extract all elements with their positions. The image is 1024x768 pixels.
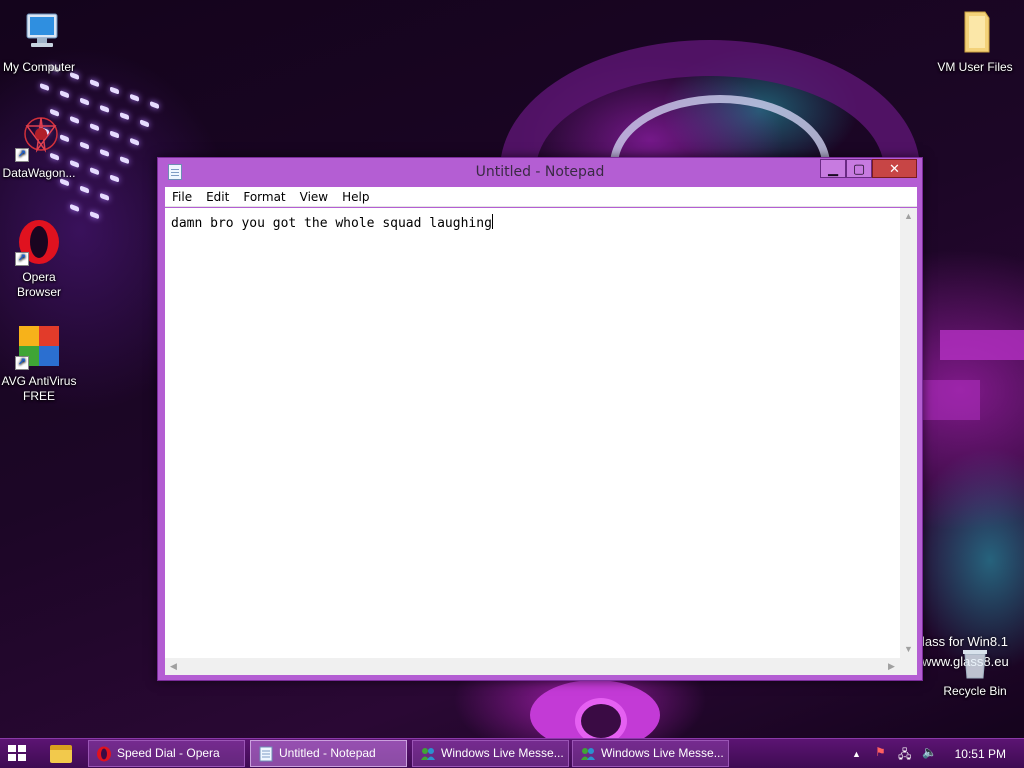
volume-icon[interactable]: 🔈 — [922, 745, 937, 759]
datawagon-icon: ↗ — [15, 114, 63, 162]
text-caret — [491, 214, 493, 229]
desktop-icon-opera[interactable]: ↗ Opera Browser — [0, 218, 78, 300]
recycle-bin-icon — [951, 640, 999, 680]
wallpaper-tile — [940, 330, 1024, 360]
window-title: Untitled - Notepad — [475, 164, 605, 180]
windows-logo-icon — [18, 745, 26, 752]
desktop-icon-vm-user-files[interactable]: VM User Files — [936, 8, 1014, 75]
taskbar: Speed Dial - Opera Untitled - Notepad Wi… — [0, 738, 1024, 768]
close-button[interactable]: ✕ — [872, 159, 917, 178]
action-center-flag-icon[interactable]: ⚑ — [875, 745, 886, 759]
show-hidden-icons-chevron-icon[interactable]: ▲ — [852, 749, 861, 759]
taskbar-item-notepad[interactable]: Untitled - Notepad — [250, 740, 407, 767]
start-button[interactable] — [8, 745, 28, 763]
desktop-icon-datawagon[interactable]: ↗ DataWagon... — [0, 114, 78, 181]
editor-text-line[interactable]: damn bro you got the whole squad laughin… — [171, 214, 493, 231]
menu-file[interactable]: File — [165, 187, 199, 204]
notepad-icon — [258, 746, 274, 762]
taskbar-item-label: Speed Dial - Opera — [117, 746, 220, 760]
scroll-up-arrow-icon[interactable]: ▲ — [900, 208, 917, 225]
taskbar-item-label: Untitled - Notepad — [279, 746, 376, 760]
shortcut-arrow-icon: ↗ — [15, 356, 29, 370]
horizontal-scrollbar[interactable]: ◀ ▶ — [165, 658, 900, 675]
desktop-icon-label: VM User Files — [937, 60, 1013, 74]
close-icon: ✕ — [889, 161, 900, 176]
scroll-right-arrow-icon[interactable]: ▶ — [883, 658, 900, 675]
desktop-icon-my-computer[interactable]: My Computer — [0, 8, 78, 75]
desktop-icon-label: AVG AntiVirus FREE — [1, 374, 77, 403]
editor-content: damn bro you got the whole squad laughin… — [171, 216, 492, 231]
desktop-icon-label: DataWagon... — [2, 166, 76, 180]
desktop-icon-avg[interactable]: ↗ AVG AntiVirus FREE — [0, 322, 78, 404]
messenger-icon — [580, 746, 596, 762]
menu-edit[interactable]: Edit — [199, 187, 236, 204]
opera-icon — [96, 746, 112, 762]
opera-icon: ↗ — [15, 218, 63, 266]
menu-help[interactable]: Help — [335, 187, 376, 204]
taskbar-item-label: Windows Live Messe... — [601, 746, 724, 760]
maximize-icon: ▢ — [852, 161, 866, 176]
desktop-icon-label: My Computer — [2, 60, 76, 74]
wallpaper-tile — [920, 380, 980, 420]
text-editor-area[interactable]: damn bro you got the whole squad laughin… — [165, 208, 917, 675]
resize-grip[interactable] — [900, 658, 917, 675]
windows-logo-icon — [18, 754, 26, 761]
taskbar-clock[interactable]: 10:51 PM — [955, 747, 1006, 761]
taskbar-item-label: Windows Live Messe... — [441, 746, 564, 760]
shortcut-arrow-icon: ↗ — [15, 252, 29, 266]
folder-icon — [951, 8, 999, 56]
network-icon[interactable]: 🖧 — [898, 745, 911, 766]
desktop-icon-label: Opera Browser — [16, 270, 61, 299]
avg-antivirus-icon: ↗ — [15, 322, 63, 370]
scroll-down-arrow-icon[interactable]: ▼ — [900, 641, 917, 658]
menu-format[interactable]: Format — [236, 187, 292, 204]
taskbar-item-messenger[interactable]: Windows Live Messe... — [572, 740, 729, 767]
desktop-icon-recycle-bin[interactable]: Recycle Bin — [936, 640, 1014, 699]
menu-bar: File Edit Format View Help — [165, 187, 917, 207]
computer-icon — [15, 8, 63, 56]
file-explorer-icon[interactable] — [50, 745, 72, 763]
notepad-window[interactable]: Untitled - Notepad ▁ ▢ ✕ File Edit Format V… — [157, 157, 923, 681]
maximize-button[interactable]: ▢ — [846, 159, 872, 178]
minimize-icon: ▁ — [828, 161, 838, 176]
vertical-scrollbar[interactable]: ▲ ▼ — [900, 208, 917, 658]
scroll-left-arrow-icon[interactable]: ◀ — [165, 658, 182, 675]
minimize-button[interactable]: ▁ — [820, 159, 846, 178]
messenger-icon — [420, 746, 436, 762]
menu-view[interactable]: View — [293, 187, 335, 204]
window-titlebar[interactable]: Untitled - Notepad ▁ ▢ ✕ — [158, 158, 922, 186]
windows-logo-icon — [8, 745, 16, 752]
taskbar-item-opera[interactable]: Speed Dial - Opera — [88, 740, 245, 767]
taskbar-item-messenger[interactable]: Windows Live Messe... — [412, 740, 569, 767]
windows-logo-icon — [8, 754, 16, 761]
shortcut-arrow-icon: ↗ — [15, 148, 29, 162]
desktop-icon-label: Recycle Bin — [943, 684, 1007, 698]
